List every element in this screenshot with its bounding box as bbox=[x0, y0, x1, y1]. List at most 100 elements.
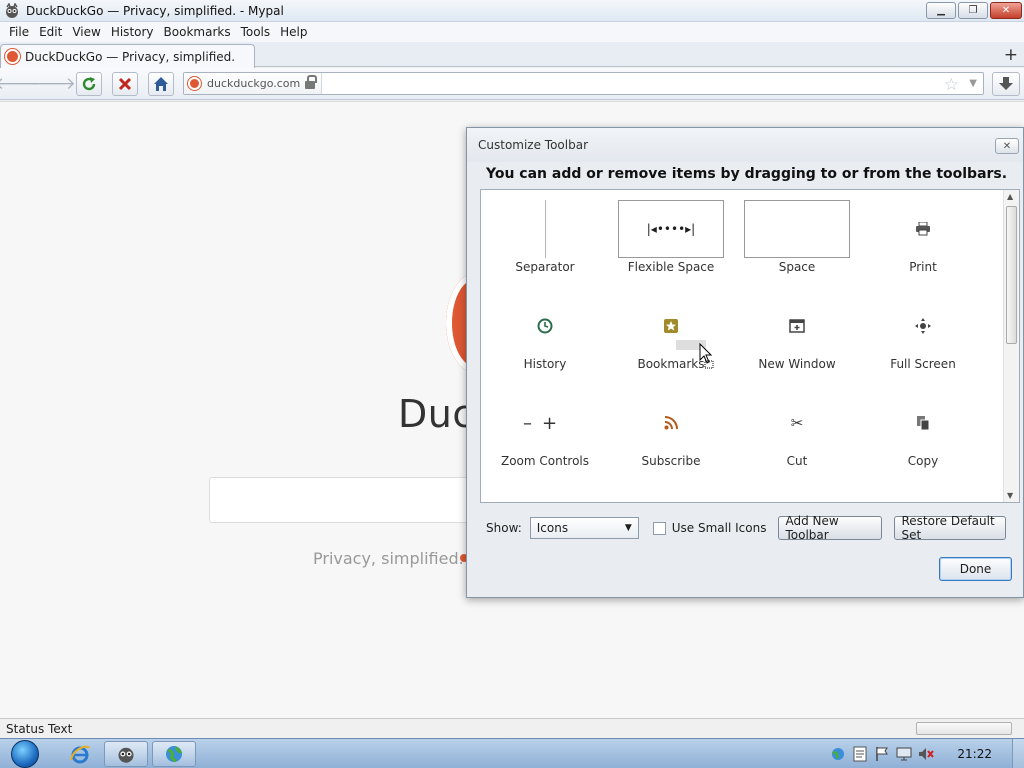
status-progress bbox=[916, 722, 1012, 735]
restore-default-set-button[interactable]: Restore Default Set bbox=[894, 514, 1007, 542]
download-button[interactable] bbox=[992, 72, 1020, 96]
zoom-controls-icon: –+ bbox=[522, 412, 568, 434]
palette-scrollbar[interactable]: ▲ ▼ bbox=[1003, 190, 1019, 502]
tab-duckduckgo[interactable]: DuckDuckGo — Privacy, simplified. bbox=[0, 44, 255, 68]
taskbar: 21:22 bbox=[0, 738, 1024, 768]
window-titlebar: DuckDuckGo — Privacy, simplified. - Mypa… bbox=[0, 0, 1024, 22]
close-icon: ✕ bbox=[1002, 140, 1012, 152]
palette-item-new-window[interactable]: New Window bbox=[737, 295, 857, 385]
palette-item-separator[interactable]: Separator bbox=[485, 198, 605, 288]
status-text: Status Text bbox=[6, 721, 73, 736]
dialog-title: Customize Toolbar bbox=[478, 138, 589, 152]
copy-icon bbox=[917, 416, 930, 431]
use-small-icons-label[interactable]: Use Small Icons bbox=[672, 521, 767, 535]
show-select[interactable]: Icons ▼ bbox=[529, 517, 639, 539]
url-domain: duckduckgo.com bbox=[207, 77, 301, 90]
tab-title: DuckDuckGo — Privacy, simplified. bbox=[25, 49, 236, 64]
forward-icon: 🡒 bbox=[30, 74, 76, 94]
chevron-down-icon: ▼ bbox=[624, 523, 632, 533]
windows-logo-icon bbox=[11, 740, 39, 768]
document-icon[interactable] bbox=[852, 746, 868, 762]
minimize-icon: ▁ bbox=[937, 5, 945, 16]
show-label: Show: bbox=[486, 521, 522, 535]
lock-icon bbox=[305, 74, 318, 89]
menu-file[interactable]: File bbox=[4, 25, 34, 39]
minimize-button[interactable]: ▁ bbox=[926, 2, 956, 19]
reload-button[interactable] bbox=[76, 72, 102, 96]
network-icon[interactable] bbox=[830, 746, 846, 762]
dialog-close-button[interactable]: ✕ bbox=[995, 138, 1019, 154]
menu-history[interactable]: History bbox=[106, 25, 159, 39]
search-input[interactable] bbox=[209, 477, 509, 523]
new-window-icon bbox=[789, 319, 805, 333]
palette-item-history[interactable]: History bbox=[485, 295, 605, 385]
menu-tools[interactable]: Tools bbox=[236, 25, 276, 39]
show-select-value: Icons bbox=[536, 521, 569, 535]
flexible-space-icon: |◂••••▸| bbox=[618, 200, 724, 258]
site-identity[interactable]: duckduckgo.com bbox=[184, 73, 323, 94]
chevron-down-icon[interactable]: ▼ bbox=[969, 78, 977, 89]
subscribe-icon bbox=[664, 416, 678, 430]
history-icon bbox=[537, 318, 553, 334]
close-icon: ✕ bbox=[1001, 5, 1011, 16]
dialog-titlebar: Customize Toolbar ✕ bbox=[467, 128, 1023, 162]
taskbar-internet-explorer[interactable] bbox=[58, 741, 102, 767]
flag-icon[interactable] bbox=[874, 746, 890, 762]
menu-view[interactable]: View bbox=[67, 25, 105, 39]
globe-icon bbox=[166, 746, 183, 763]
volume-muted-icon[interactable] bbox=[918, 746, 935, 762]
star-icon[interactable]: ☆ bbox=[944, 75, 959, 95]
bookmarks-icon bbox=[664, 319, 678, 333]
palette-item-cut[interactable]: ✂ Cut bbox=[737, 392, 857, 482]
url-favicon bbox=[188, 77, 201, 90]
display-icon[interactable] bbox=[896, 746, 912, 762]
full-screen-icon bbox=[915, 318, 931, 334]
restore-icon: ❐ bbox=[968, 5, 978, 16]
scroll-down-icon[interactable]: ▼ bbox=[1007, 491, 1013, 500]
palette-item-bookmarks[interactable]: Bookmarks bbox=[611, 295, 731, 385]
forward-button[interactable]: 🡒 bbox=[30, 72, 76, 96]
download-icon bbox=[999, 77, 1013, 90]
back-button[interactable]: 🡐 bbox=[0, 72, 40, 96]
use-small-icons-checkbox[interactable] bbox=[652, 521, 666, 535]
home-icon bbox=[154, 77, 168, 91]
home-button[interactable] bbox=[148, 72, 174, 96]
menubar: File Edit View History Bookmarks Tools H… bbox=[0, 22, 1024, 42]
menu-bookmarks[interactable]: Bookmarks bbox=[159, 25, 236, 39]
palette-item-space[interactable]: Space bbox=[737, 198, 857, 288]
add-new-toolbar-button[interactable]: Add New Toolbar bbox=[778, 514, 883, 542]
palette-item-copy[interactable]: Copy bbox=[863, 392, 983, 482]
restore-button[interactable]: ❐ bbox=[958, 2, 988, 19]
customize-toolbar-dialog: Customize Toolbar ✕ You can add or remov… bbox=[466, 127, 1024, 598]
start-button[interactable] bbox=[6, 739, 44, 768]
menu-edit[interactable]: Edit bbox=[34, 25, 67, 39]
navigation-toolbar: 🡐 🡒 duckduckgo.com ☆ ▼ bbox=[0, 68, 1024, 100]
scrollbar-thumb[interactable] bbox=[1006, 206, 1017, 344]
separator-icon bbox=[544, 200, 546, 258]
menu-help[interactable]: Help bbox=[275, 25, 312, 39]
done-button[interactable]: Done bbox=[939, 557, 1012, 581]
close-button[interactable]: ✕ bbox=[990, 2, 1022, 19]
mypal-icon bbox=[118, 747, 134, 763]
dialog-instructions: You can add or remove items by dragging … bbox=[486, 166, 1008, 182]
tab-strip: DuckDuckGo — Privacy, simplified. + bbox=[0, 42, 1024, 68]
palette-item-flexible-space[interactable]: |◂••••▸| Flexible Space bbox=[611, 198, 731, 288]
window-title: DuckDuckGo — Privacy, simplified. - Mypa… bbox=[26, 3, 284, 18]
internet-explorer-icon bbox=[70, 745, 90, 764]
taskbar-mypal[interactable] bbox=[104, 741, 148, 767]
scroll-up-icon[interactable]: ▲ bbox=[1007, 192, 1013, 201]
palette-item-subscribe[interactable]: Subscribe bbox=[611, 392, 731, 482]
url-bar[interactable]: duckduckgo.com ☆ ▼ bbox=[183, 72, 984, 95]
palette-item-full-screen[interactable]: Full Screen bbox=[863, 295, 983, 385]
clock[interactable]: 21:22 bbox=[957, 747, 992, 761]
palette-item-zoom-controls[interactable]: –+ Zoom Controls bbox=[485, 392, 605, 482]
tagline: Privacy, simplified. bbox=[313, 549, 464, 568]
palette-item-print[interactable]: Print bbox=[863, 198, 983, 288]
new-tab-button[interactable]: + bbox=[1004, 45, 1018, 65]
duckduckgo-favicon bbox=[5, 49, 20, 64]
show-desktop-button[interactable] bbox=[1012, 739, 1024, 768]
taskbar-globe-app[interactable] bbox=[152, 741, 196, 767]
system-tray: 21:22 bbox=[827, 739, 1024, 768]
stop-button[interactable] bbox=[112, 72, 138, 96]
dialog-footer: Show: Icons ▼ Use Small Icons Add New To… bbox=[486, 514, 1018, 542]
